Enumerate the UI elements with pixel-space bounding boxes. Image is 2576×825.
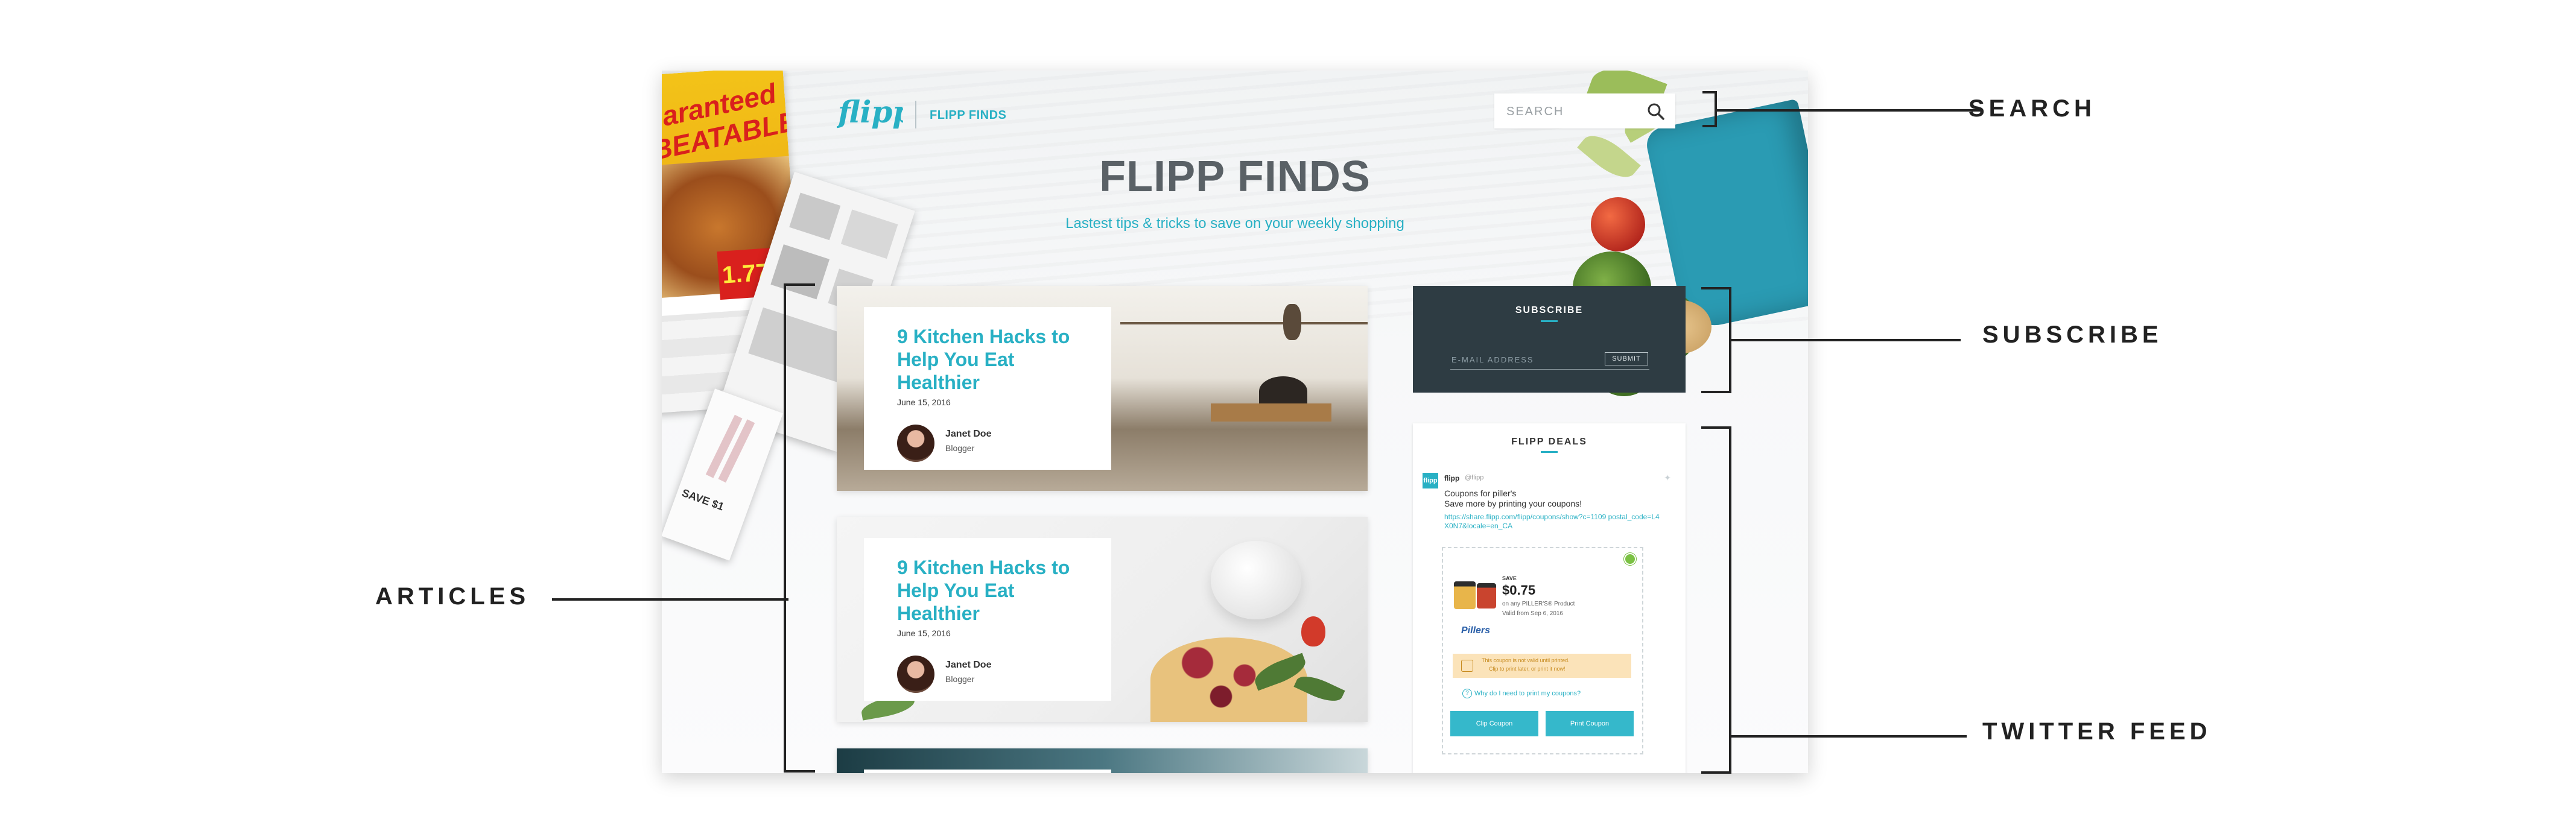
flyer-coupon-card: SAVE $1 [662, 388, 783, 561]
print-coupon-button[interactable]: Print Coupon [1546, 711, 1634, 736]
author-role: Blogger [945, 443, 975, 453]
callout-label-articles: ARTICLES [375, 583, 530, 610]
svg-text:flipp: flipp [837, 94, 903, 130]
brand-logo: Pillers [1461, 625, 1491, 636]
article-date: June 15, 2016 [897, 397, 951, 407]
strawberry-photo [1301, 616, 1325, 646]
title-underline [1541, 451, 1558, 453]
callout-bracket [1701, 391, 1731, 393]
callout-line [1731, 735, 1967, 738]
clip-coupon-button[interactable]: Clip Coupon [1450, 711, 1538, 736]
coupon-save-label: SAVE [1502, 575, 1517, 581]
search-icon[interactable] [1646, 102, 1666, 121]
email-underline [1450, 369, 1649, 370]
article-card[interactable] [837, 748, 1368, 773]
coupon-description: on any PILLER'S® Product [1502, 601, 1575, 607]
callout-line [1717, 109, 1982, 112]
warning-subtext: Clip to print later, or print it now! [1489, 666, 1566, 672]
callout-bracket [784, 283, 786, 773]
callout-bracket [1702, 125, 1717, 127]
article-card[interactable]: 9 Kitchen Hacks to Help You Eat Healthie… [837, 517, 1368, 722]
product-jar-image [1454, 581, 1476, 609]
kitchen-counter [1211, 403, 1331, 422]
submit-button[interactable]: SUBMIT [1605, 352, 1648, 365]
deals-title: FLIPP DEALS [1511, 437, 1587, 447]
callout-bracket [784, 770, 815, 773]
flyer-save-text: SAVE $1 [680, 486, 726, 513]
callout-line [552, 598, 788, 601]
article-panel: 9 Kitchen Hacks to Help You Eat Healthie… [864, 538, 1111, 701]
callout-label-twitter-feed: TWITTER FEED [1982, 718, 2212, 745]
search-bar [1494, 93, 1675, 130]
author-name: Janet Doe [945, 429, 992, 439]
tweet-handle: @flipp [1465, 474, 1484, 481]
tweet-author[interactable]: flipp [1444, 474, 1459, 482]
subscribe-box: SUBSCRIBE SUBMIT [1413, 286, 1686, 393]
brand-name[interactable]: FLIPP FINDS [930, 109, 1006, 122]
printer-icon [1461, 660, 1473, 672]
warning-text: This coupon is not valid until printed. [1482, 657, 1570, 663]
twitter-bird-icon: ✦ [1664, 473, 1671, 482]
coupon-card: SAVE $0.75 on any PILLER'S® Product Vali… [1442, 547, 1643, 754]
coupon-valid-date: Valid from Sep 6, 2016 [1502, 610, 1563, 617]
check-icon [1624, 553, 1636, 565]
callout-label-search: SEARCH [1968, 95, 2096, 122]
callout-line [1731, 339, 1961, 341]
coupon-warning: This coupon is not valid until printed. … [1453, 654, 1631, 678]
callout-bracket [1701, 771, 1731, 774]
product-jar-image [1477, 583, 1496, 608]
callout-label-subscribe: SUBSCRIBE [1982, 321, 2163, 348]
article-card[interactable]: 9 Kitchen Hacks to Help You Eat Healthie… [837, 286, 1368, 491]
callout-bracket [1701, 426, 1731, 429]
author-avatar [897, 656, 934, 693]
page-subtitle: Lastest tips & tricks to save on your we… [1065, 215, 1404, 232]
article-title[interactable]: 9 Kitchen Hacks to Help You Eat Healthie… [897, 556, 1096, 625]
why-print-link[interactable]: Why do I need to print my coupons? [1474, 690, 1581, 697]
article-title[interactable]: 9 Kitchen Hacks to Help You Eat Healthie… [897, 325, 1096, 394]
website-mockup: uaranteedBEATABLE! 1.77 SAVE $1 flipp FL… [662, 71, 1808, 773]
page-title: FLIPP FINDS [1099, 153, 1371, 201]
callout-bracket [1701, 287, 1731, 289]
article-date: June 15, 2016 [897, 628, 951, 638]
callout-bracket [784, 283, 815, 286]
coupon-amount: $0.75 [1502, 583, 1536, 598]
twitter-feed: FLIPP DEALS flipp flipp @flipp ✦ Coupons… [1413, 423, 1686, 773]
title-underline [1541, 320, 1558, 322]
tweet-avatar[interactable]: flipp [1423, 473, 1438, 488]
search-input[interactable] [1494, 93, 1652, 130]
subscribe-title: SUBSCRIBE [1515, 305, 1584, 315]
callout-bracket [1729, 426, 1731, 774]
author-role: Blogger [945, 674, 975, 684]
teapot-photo [1211, 541, 1301, 619]
author-avatar [897, 425, 934, 462]
author-name: Janet Doe [945, 660, 992, 670]
email-field[interactable] [1450, 351, 1604, 368]
flipp-logo[interactable]: flipp [837, 89, 903, 137]
article-panel: 9 Kitchen Hacks to Help You Eat Healthie… [864, 307, 1111, 470]
question-icon: ? [1462, 689, 1472, 698]
tweet-link[interactable]: https://share.flipp.com/flipp/coupons/sh… [1444, 513, 1661, 531]
tweet-text: Coupons for piller's Save more by printi… [1444, 488, 1582, 508]
logo-divider [915, 101, 916, 128]
